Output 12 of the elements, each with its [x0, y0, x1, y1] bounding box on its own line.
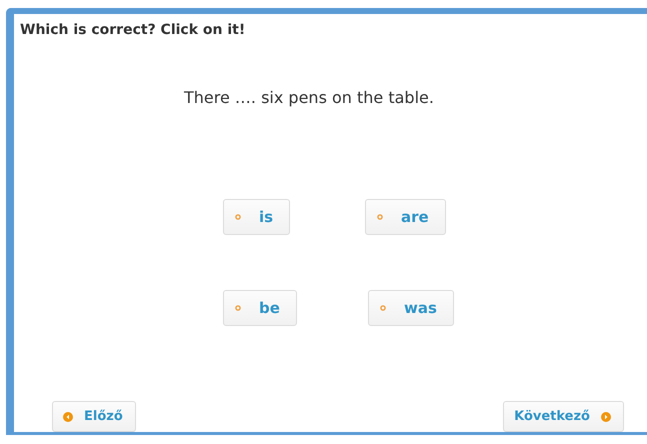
answer-button[interactable]: be [223, 290, 297, 326]
bullet-icon [380, 305, 386, 311]
previous-button[interactable]: Előző [52, 401, 136, 432]
question-text: There …. six pens on the table. [184, 88, 435, 107]
bullet-icon [377, 214, 383, 220]
instruction-text: Which is correct? Click on it! [19, 21, 246, 38]
answer-button[interactable]: was [368, 290, 454, 326]
next-button[interactable]: Következő [503, 401, 624, 432]
bullet-icon [235, 305, 241, 311]
bullet-icon [235, 214, 241, 220]
answer-button[interactable]: are [365, 199, 446, 235]
answer-button[interactable]: is [223, 199, 290, 235]
